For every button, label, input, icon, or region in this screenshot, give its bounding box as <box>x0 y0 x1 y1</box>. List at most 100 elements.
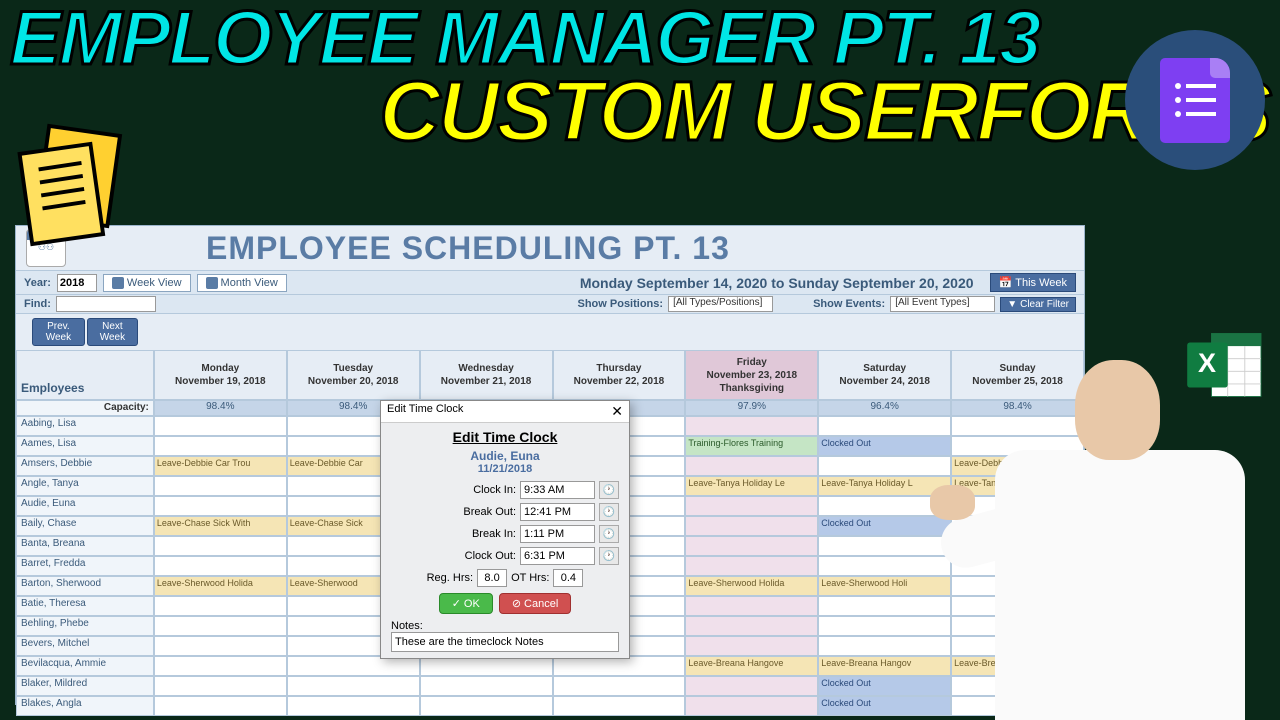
positions-dropdown[interactable]: [All Types/Positions] <box>668 296 773 312</box>
schedule-cell[interactable]: Leave-Sherwood Holida <box>154 576 287 596</box>
schedule-cell[interactable] <box>287 696 420 716</box>
dialog-title: Edit Time Clock <box>387 403 463 420</box>
clock-out-input[interactable] <box>520 547 595 565</box>
schedule-cell[interactable]: Leave-Breana Hangove <box>685 656 818 676</box>
schedule-cell[interactable]: Clocked Out <box>818 696 951 716</box>
week-view-button[interactable]: Week View <box>103 274 191 292</box>
schedule-cell[interactable] <box>685 556 818 576</box>
this-week-button[interactable]: 📅This Week <box>990 273 1076 292</box>
schedule-cell[interactable]: Clocked Out <box>818 516 951 536</box>
reg-hrs-input[interactable] <box>477 569 507 587</box>
schedule-cell[interactable] <box>154 476 287 496</box>
break-in-input[interactable] <box>520 525 595 543</box>
schedule-cell[interactable] <box>685 536 818 556</box>
schedule-cell[interactable] <box>154 536 287 556</box>
schedule-cell[interactable]: Training-Flores Training <box>685 436 818 456</box>
schedule-cell[interactable] <box>154 496 287 516</box>
clock-picker-icon[interactable]: 🕐 <box>599 481 619 499</box>
ot-hrs-input[interactable] <box>553 569 583 587</box>
schedule-cell[interactable] <box>685 516 818 536</box>
schedule-cell[interactable] <box>685 616 818 636</box>
show-positions-label: Show Positions: <box>578 298 664 310</box>
employee-name[interactable]: Audie, Euna <box>16 496 154 516</box>
schedule-cell[interactable]: Clocked Out <box>818 676 951 696</box>
employee-name[interactable]: Barton, Sherwood <box>16 576 154 596</box>
clock-in-input[interactable] <box>520 481 595 499</box>
schedule-cell[interactable]: Leave-Sherwood Holida <box>685 576 818 596</box>
find-input[interactable] <box>56 296 156 312</box>
schedule-cell[interactable] <box>685 596 818 616</box>
employee-name[interactable]: Angle, Tanya <box>16 476 154 496</box>
schedule-cell[interactable] <box>154 596 287 616</box>
employee-name[interactable]: Batie, Theresa <box>16 596 154 616</box>
break-out-input[interactable] <box>520 503 595 521</box>
schedule-cell[interactable] <box>154 636 287 656</box>
ok-button[interactable]: ✓OK <box>439 593 493 614</box>
schedule-cell[interactable]: Clocked Out <box>818 436 951 456</box>
employee-name[interactable]: Banta, Breana <box>16 536 154 556</box>
schedule-cell[interactable] <box>420 676 553 696</box>
employee-name[interactable]: Behling, Phebe <box>16 616 154 636</box>
dialog-titlebar[interactable]: Edit Time Clock ✕ <box>381 401 629 423</box>
break-out-label: Break Out: <box>446 506 516 518</box>
employee-name[interactable]: Blakes, Angla <box>16 696 154 716</box>
year-input[interactable] <box>57 274 97 292</box>
schedule-cell[interactable]: Leave-Sherwood Holi <box>818 576 951 596</box>
clock-picker-icon[interactable]: 🕐 <box>599 547 619 565</box>
day-header: ThursdayNovember 22, 2018 <box>553 350 686 400</box>
schedule-cell[interactable] <box>818 556 951 576</box>
employee-name[interactable]: Baily, Chase <box>16 516 154 536</box>
events-dropdown[interactable]: [All Event Types] <box>890 296 995 312</box>
schedule-cell[interactable] <box>154 436 287 456</box>
capacity-cell: 98.4% <box>154 400 287 416</box>
schedule-cell[interactable] <box>685 696 818 716</box>
schedule-cell[interactable] <box>685 636 818 656</box>
clock-picker-icon[interactable]: 🕐 <box>599 525 619 543</box>
employee-name[interactable]: Barret, Fredda <box>16 556 154 576</box>
employee-name[interactable]: Blaker, Mildred <box>16 676 154 696</box>
schedule-cell[interactable] <box>818 416 951 436</box>
schedule-cell[interactable]: Leave-Breana Hangov <box>818 656 951 676</box>
schedule-cell[interactable] <box>818 456 951 476</box>
employee-name[interactable]: Aabing, Lisa <box>16 416 154 436</box>
schedule-cell[interactable] <box>420 656 553 676</box>
schedule-cell[interactable] <box>818 536 951 556</box>
month-view-button[interactable]: Month View <box>197 274 287 292</box>
close-icon[interactable]: ✕ <box>611 403 623 420</box>
schedule-cell[interactable] <box>154 676 287 696</box>
schedule-cell[interactable] <box>553 676 686 696</box>
employee-name[interactable]: Amsers, Debbie <box>16 456 154 476</box>
schedule-cell[interactable] <box>818 616 951 636</box>
schedule-cell[interactable] <box>553 656 686 676</box>
schedule-cell[interactable] <box>553 696 686 716</box>
schedule-cell[interactable]: Leave-Chase Sick With <box>154 516 287 536</box>
employee-name[interactable]: Bevers, Mitchel <box>16 636 154 656</box>
schedule-cell[interactable] <box>420 696 553 716</box>
schedule-cell[interactable] <box>818 636 951 656</box>
calendar-mini-icon: 📅 <box>999 276 1013 289</box>
schedule-cell[interactable] <box>287 656 420 676</box>
schedule-cell[interactable] <box>685 416 818 436</box>
schedule-cell[interactable] <box>685 676 818 696</box>
schedule-cell[interactable] <box>818 596 951 616</box>
schedule-cell[interactable] <box>154 696 287 716</box>
employee-name[interactable]: Aames, Lisa <box>16 436 154 456</box>
clock-picker-icon[interactable]: 🕐 <box>599 503 619 521</box>
edit-time-clock-dialog: Edit Time Clock ✕ Edit Time Clock Audie,… <box>380 400 630 659</box>
documents-icon <box>10 120 140 255</box>
prev-week-button[interactable]: Prev. Week <box>32 318 85 346</box>
schedule-cell[interactable] <box>154 616 287 636</box>
next-week-button[interactable]: Next Week <box>87 318 138 346</box>
schedule-cell[interactable] <box>154 656 287 676</box>
schedule-cell[interactable] <box>685 456 818 476</box>
schedule-cell[interactable] <box>154 416 287 436</box>
cancel-button[interactable]: ⊘Cancel <box>499 593 571 614</box>
schedule-cell[interactable]: Leave-Debbie Car Trou <box>154 456 287 476</box>
schedule-cell[interactable] <box>154 556 287 576</box>
schedule-cell[interactable] <box>685 496 818 516</box>
schedule-cell[interactable]: Leave-Tanya Holiday Le <box>685 476 818 496</box>
schedule-cell[interactable] <box>287 676 420 696</box>
employee-name[interactable]: Bevilacqua, Ammie <box>16 656 154 676</box>
clear-filter-button[interactable]: ▼Clear Filter <box>1000 297 1076 312</box>
notes-input[interactable] <box>391 632 619 652</box>
